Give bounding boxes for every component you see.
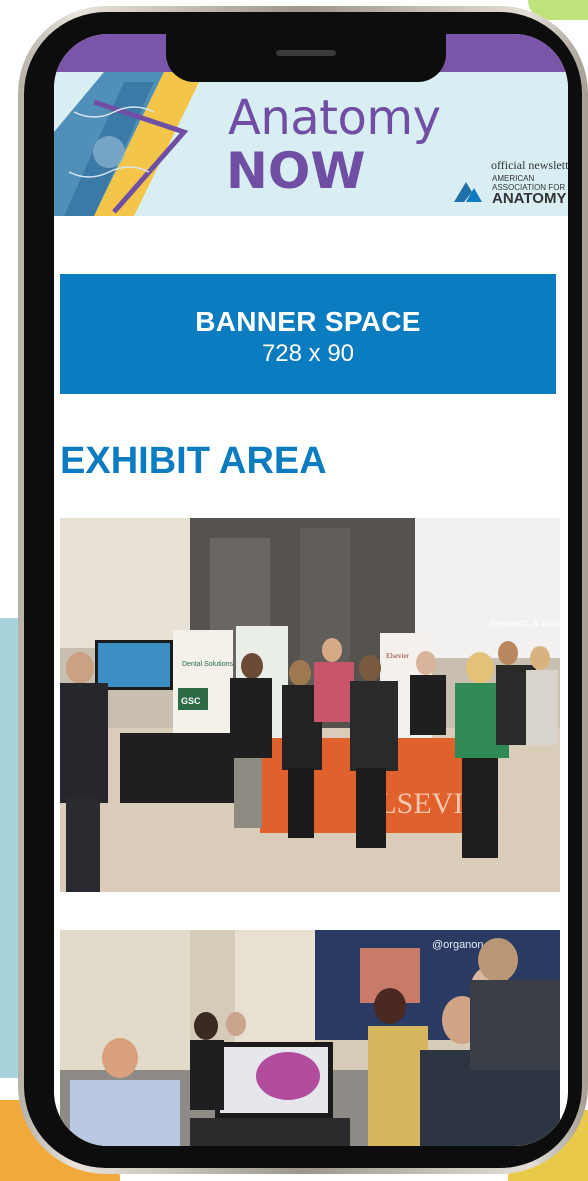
org-line-3: ANATOMY [492,190,567,207]
aaa-logo-icon [454,182,482,202]
aaa-org-name: AMERICAN ASSOCIATION FOR ANATOMY [492,174,566,206]
exhibit-photo-1[interactable]: Dental Solutions GSC Elsevier Research, … [60,518,560,892]
banner-size: 728 x 90 [261,340,355,367]
brand-name-anatomy: Anatomy [228,90,441,146]
banner-ad-space[interactable]: BANNER SPACE 728 x 90 [60,274,556,394]
header-artwork [54,72,204,216]
brand-name-now: NOW [226,142,366,200]
phone-screen[interactable]: Anatomy NOW official newsletter AMERICAN… [54,34,568,1146]
org-line-1: AMERICAN [492,174,535,183]
tagline: official newsletter [491,158,568,172]
exhibit-photo-1-image: Dental Solutions GSC Elsevier Research, … [60,518,560,892]
exhibit-photo-2[interactable]: @organon [60,930,560,1146]
section-heading: EXHIBIT AREA [60,440,327,482]
phone-bezel: Anatomy NOW official newsletter AMERICAN… [24,12,582,1168]
phone-notch [166,34,446,82]
booth-sign-2: GSC [181,696,201,706]
exhibit-photo-2-image: @organon [60,930,560,1146]
booth-sign-1: Dental Solutions [182,661,233,668]
banner-title: BANNER SPACE [195,306,421,337]
newsletter-header: Anatomy NOW official newsletter AMERICAN… [54,72,568,216]
booth-sign-3: Elsevier [386,652,410,660]
phone-frame: Anatomy NOW official newsletter AMERICAN… [18,6,588,1174]
speaker-grille [276,50,336,56]
screen-brand: @organon [432,939,484,951]
wall-sign: Research, & Education [490,618,560,628]
